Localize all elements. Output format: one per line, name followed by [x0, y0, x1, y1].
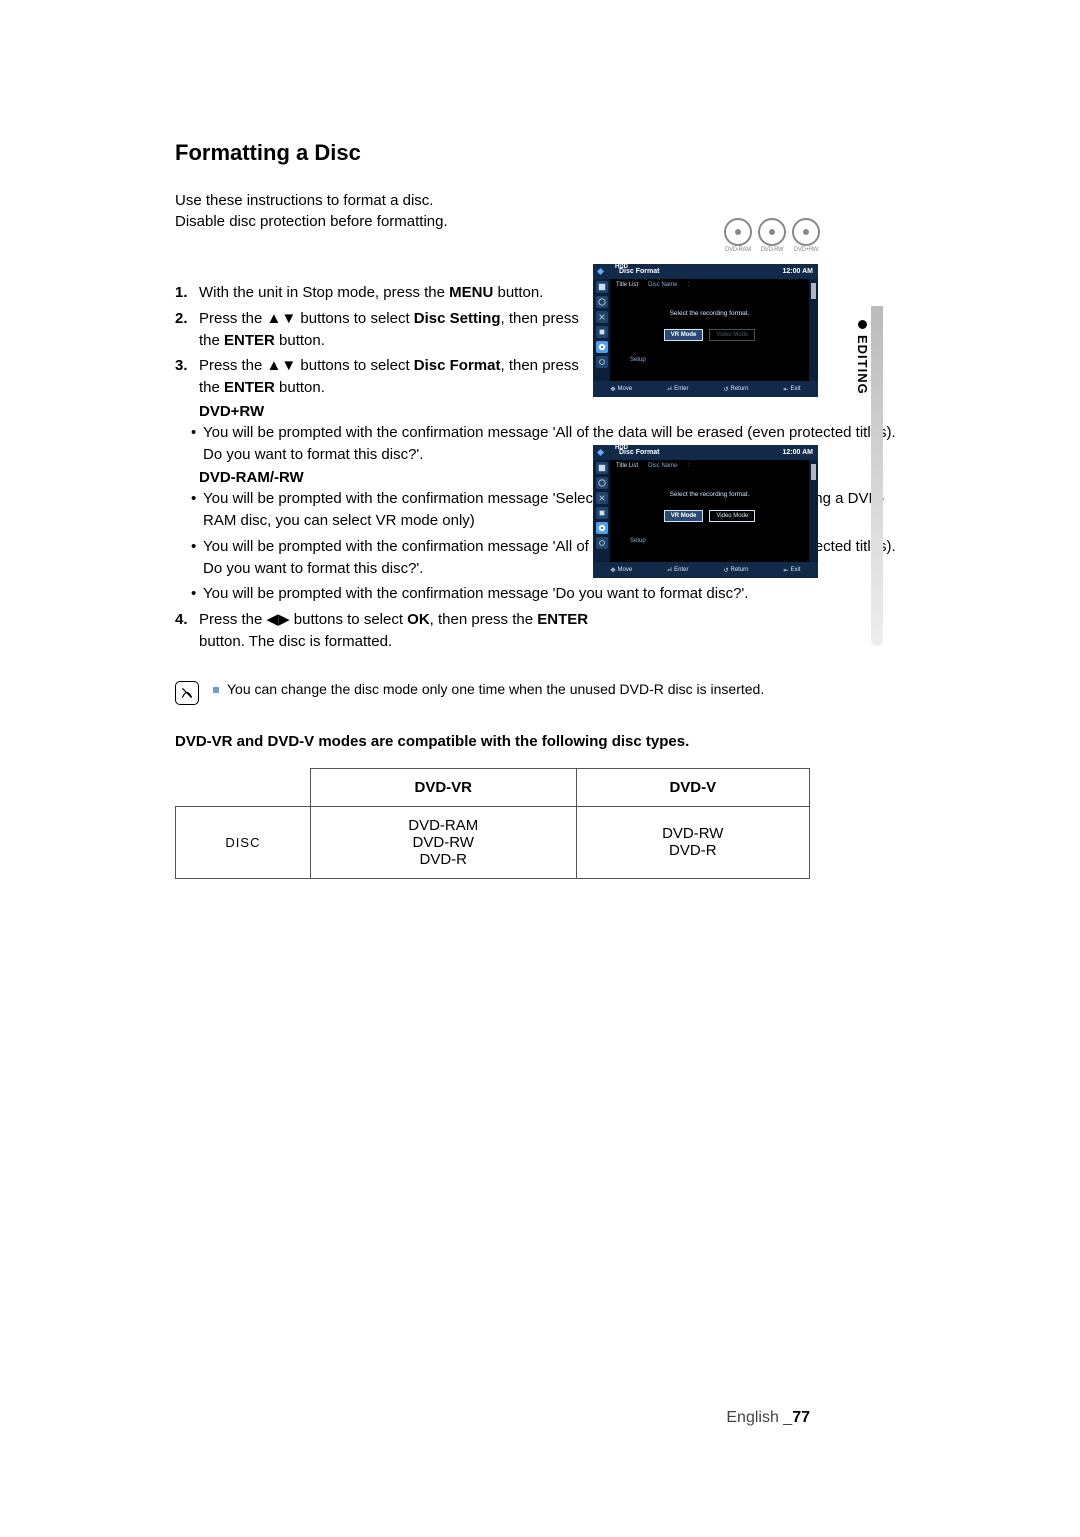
osd-hint-exit: ⇤ Exit [783, 567, 800, 574]
osd-hint-move: ✥ Move [610, 386, 632, 393]
page-footer: English _77 [726, 1409, 810, 1427]
bullet-icon [858, 320, 867, 329]
osd-title-bar: HDD Disc Format 12:00 AM [593, 445, 818, 460]
step-2: 2. Press the ▲▼ buttons to select Disc S… [175, 308, 595, 352]
gear-icon [596, 356, 608, 368]
osd-scrollbar [809, 279, 818, 381]
manual-page: Formatting a Disc Use these instructions… [0, 0, 1080, 1537]
title-list-icon [596, 281, 608, 293]
disc-icon-dvd-plus-rw: DVD+RW [792, 218, 820, 253]
note-row: You can change the disc mode only one ti… [175, 681, 805, 705]
bullet-icon [213, 687, 219, 693]
osd-hint-return: ↺ Return [723, 386, 748, 393]
osd-footer: ✥ Move ⏎ Enter ↺ Return ⇤ Exit [593, 381, 818, 397]
osd-mode-buttons: VR Mode Video Mode [610, 510, 809, 522]
step-number: 3. [175, 355, 188, 377]
video-mode-button: Video Mode [709, 510, 755, 522]
scissors-icon [596, 311, 608, 323]
disc-icon-dvd-ram: DVD-RAM [724, 218, 752, 253]
steps-list: 1. With the unit in Stop mode, press the… [175, 282, 595, 399]
osd-screenshot-1: HDD Disc Format 12:00 AM Title List Disc… [593, 264, 818, 397]
osd-hint-enter: ⏎ Enter [667, 386, 688, 393]
video-mode-button: Video Mode [709, 329, 755, 341]
note-text: You can change the disc mode only one ti… [227, 681, 764, 697]
tools-icon [596, 326, 608, 338]
osd-setup-label: Setup [630, 357, 646, 363]
table-row: DVD-VR DVD-V [176, 768, 810, 806]
diamond-icon [597, 449, 604, 456]
osd-screenshot-2: HDD Disc Format 12:00 AM Title List Disc… [593, 445, 818, 578]
table-row: DISC DVD-RAM DVD-RW DVD-R DVD-RW DVD-R [176, 806, 810, 878]
osd-message: Select the recording format. [610, 310, 809, 317]
col-dvd-v: DVD-V [576, 768, 809, 806]
osd-clock: 12:00 AM [783, 449, 813, 456]
step-3: 3. Press the ▲▼ buttons to select Disc F… [175, 355, 595, 399]
osd-scrollbar [809, 460, 818, 562]
osd-message: Select the recording format. [610, 491, 809, 498]
row-disc: DISC [176, 806, 311, 878]
globe-icon [596, 477, 608, 489]
tools-icon [596, 507, 608, 519]
step-4: 4. Press the ◀▶ buttons to select OK, th… [175, 609, 595, 653]
cell-dvd-vr: DVD-RAM DVD-RW DVD-R [310, 806, 576, 878]
osd-mode-buttons: VR Mode Video Mode [610, 329, 809, 341]
disc-icon-dvd-rw: DVD-RW [758, 218, 786, 253]
step-number: 4. [175, 609, 188, 631]
osd-side-icons [593, 279, 610, 381]
gear-icon [596, 537, 608, 549]
osd-list-header: Title List Disc Name : [610, 460, 809, 469]
osd-clock: 12:00 AM [783, 268, 813, 275]
compat-heading: DVD-VR and DVD-V modes are compatible wi… [175, 733, 910, 750]
osd-list-header: Title List Disc Name : [610, 279, 809, 288]
section-tab-editing: EDITING [855, 320, 870, 395]
page-title: Formatting a Disc [175, 140, 910, 166]
vr-mode-button: VR Mode [664, 329, 704, 341]
step-1: 1. With the unit in Stop mode, press the… [175, 282, 595, 304]
note-icon [175, 681, 199, 705]
osd-hint-move: ✥ Move [610, 567, 632, 574]
disc-icon [596, 522, 608, 534]
intro-line-1: Use these instructions to format a disc. [175, 190, 910, 211]
compat-table: DVD-VR DVD-V DISC DVD-RAM DVD-RW DVD-R D… [175, 768, 810, 879]
vr-mode-button: VR Mode [664, 510, 704, 522]
step-number: 1. [175, 282, 188, 304]
globe-icon [596, 296, 608, 308]
disc-type-icons: DVD-RAM DVD-RW DVD+RW [724, 218, 820, 253]
disc-icon [596, 341, 608, 353]
side-tab-shade [871, 306, 883, 646]
osd-title-bar: HDD Disc Format 12:00 AM [593, 264, 818, 279]
title-list-icon [596, 462, 608, 474]
osd-side-icons [593, 460, 610, 562]
osd-footer: ✥ Move ⏎ Enter ↺ Return ⇤ Exit [593, 562, 818, 578]
list-item: You will be prompted with the confirmati… [203, 583, 910, 605]
osd-hint-enter: ⏎ Enter [667, 567, 688, 574]
step-number: 2. [175, 308, 188, 330]
steps-list-cont: 4. Press the ◀▶ buttons to select OK, th… [175, 609, 595, 653]
col-dvd-vr: DVD-VR [310, 768, 576, 806]
osd-hint-return: ↺ Return [723, 567, 748, 574]
cell-dvd-v: DVD-RW DVD-R [576, 806, 809, 878]
osd-setup-label: Setup [630, 538, 646, 544]
scissors-icon [596, 492, 608, 504]
diamond-icon [597, 268, 604, 275]
dvd-plus-rw-heading: DVD+RW [175, 403, 910, 420]
osd-hint-exit: ⇤ Exit [783, 386, 800, 393]
